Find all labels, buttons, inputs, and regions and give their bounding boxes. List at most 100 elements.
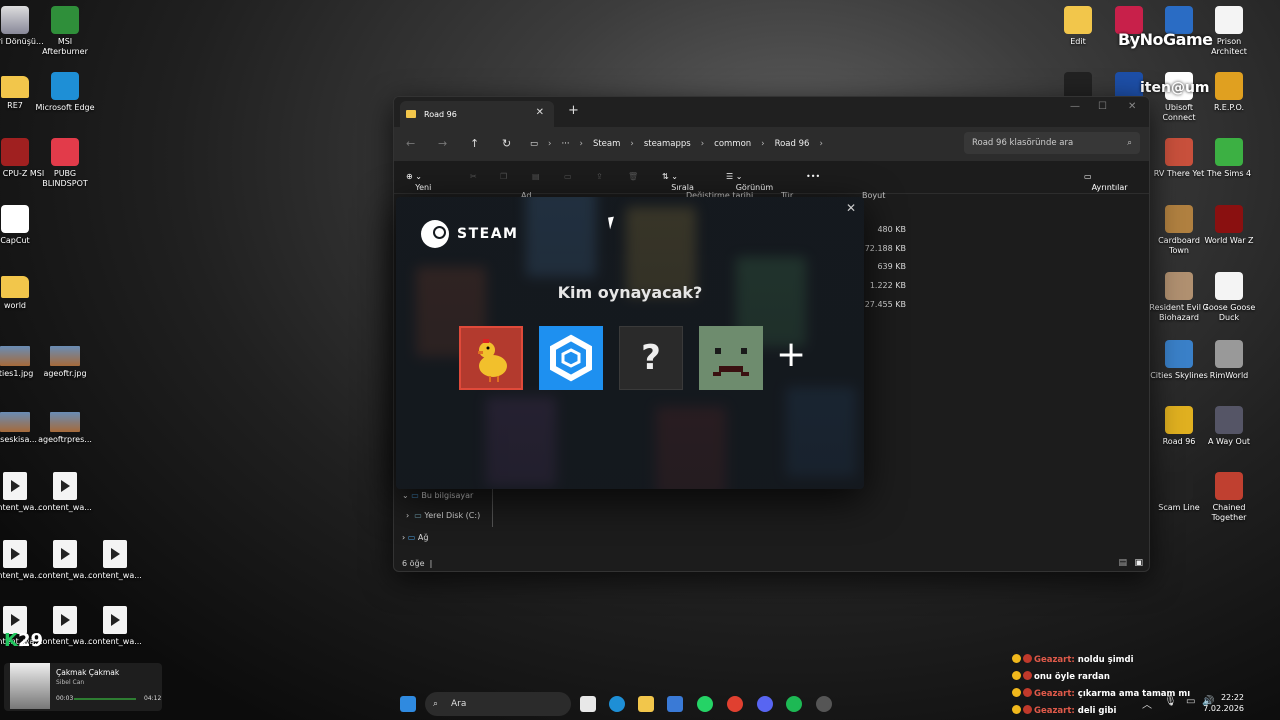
- hexagon-logo-icon: [550, 334, 592, 382]
- desktop-icon[interactable]: CapCut: [0, 205, 46, 246]
- back-arrow-icon[interactable]: ←: [406, 137, 415, 150]
- details-view-icon[interactable]: ▤: [1118, 558, 1127, 568]
- search-input[interactable]: Road 96 klasöründe ara ⌕: [964, 132, 1140, 154]
- desktop-icon[interactable]: Chained Together: [1198, 472, 1260, 523]
- desktop-icon[interactable]: Goose Goose Duck: [1198, 272, 1260, 323]
- chrome-icon[interactable]: [727, 696, 743, 712]
- app-icon: [1215, 205, 1243, 233]
- vid-icon: [3, 540, 27, 568]
- steam-taskbar-icon[interactable]: [816, 696, 832, 712]
- app-icon: [1, 138, 29, 166]
- cut-icon[interactable]: ✂: [470, 172, 477, 181]
- mail-icon[interactable]: [667, 696, 683, 712]
- breadcrumb-road96[interactable]: Road 96: [775, 139, 810, 149]
- pic-icon: [0, 412, 30, 432]
- close-tab-icon[interactable]: ✕: [536, 107, 544, 118]
- desktop-icon-label: PUBG BLINDSPOT: [42, 169, 88, 188]
- account-blue[interactable]: [539, 326, 603, 390]
- edge-icon[interactable]: [609, 696, 625, 712]
- clock[interactable]: 22:22 7.02.2026: [1203, 692, 1244, 714]
- breadcrumb-common[interactable]: common: [714, 139, 751, 149]
- desktop-icon[interactable]: content_wa...: [84, 606, 146, 647]
- delete-icon[interactable]: 🗑: [628, 172, 638, 181]
- refresh-icon[interactable]: ↻: [502, 137, 511, 150]
- desktop-icon[interactable]: content_wa...: [84, 540, 146, 581]
- desktop-icon[interactable]: The Sims 4: [1198, 138, 1260, 179]
- account-green[interactable]: [699, 326, 763, 390]
- desktop-icon[interactable]: ageoftrpres...: [34, 406, 96, 445]
- nav-this-pc[interactable]: ⌄ ▭ Bu bilgisayar: [402, 491, 473, 500]
- computer-icon[interactable]: ▭: [530, 139, 538, 149]
- app-icon: [1215, 72, 1243, 100]
- file-size: 480 KB: [877, 225, 906, 234]
- desktop-icon[interactable]: World War Z: [1198, 205, 1260, 246]
- whatsapp-icon[interactable]: [697, 696, 713, 712]
- desktop-icon-label: content_wa...: [38, 503, 92, 512]
- new-tab-button[interactable]: +: [568, 103, 579, 118]
- desktop-icon[interactable]: world: [0, 272, 46, 311]
- start-icon[interactable]: [400, 696, 416, 712]
- desktop-icon[interactable]: Microsoft Edge: [34, 72, 96, 113]
- desktop-icon[interactable]: PUBG BLINDSPOT: [34, 138, 96, 189]
- tab-road96[interactable]: Road 96 ✕: [400, 101, 554, 127]
- new-button[interactable]: ⊕ Yeni ⌄: [406, 172, 431, 192]
- bin-icon: [1, 6, 29, 34]
- view-button[interactable]: ☰ Görünüm ⌄: [726, 172, 773, 192]
- discord-icon[interactable]: [757, 696, 773, 712]
- microphone-icon[interactable]: 🎙: [1164, 696, 1177, 707]
- up-arrow-icon[interactable]: ↑: [470, 137, 479, 150]
- app-icon: [51, 138, 79, 166]
- desktop-icon[interactable]: A Way Out: [1198, 406, 1260, 447]
- close-icon[interactable]: ✕: [846, 201, 856, 215]
- badge-icon: [1023, 654, 1032, 663]
- app-icon: [1165, 138, 1193, 166]
- forward-arrow-icon[interactable]: →: [438, 137, 447, 150]
- more-options-button[interactable]: •••: [806, 172, 820, 181]
- desktop-icon-label: The Sims 4: [1206, 169, 1252, 178]
- rename-icon[interactable]: ▭: [564, 172, 572, 181]
- details-button[interactable]: ▭ Ayrıntılar: [1084, 172, 1128, 192]
- badge-icon: [1012, 654, 1021, 663]
- task-view-icon[interactable]: [580, 696, 596, 712]
- network-icon[interactable]: ▭: [1186, 696, 1195, 707]
- taskbar-search-label: Ara: [451, 699, 467, 709]
- minimize-button[interactable]: —: [1070, 101, 1080, 112]
- account-unknown[interactable]: ?: [619, 326, 683, 390]
- add-account-button[interactable]: +: [776, 335, 806, 375]
- tiles-view-icon[interactable]: ▣: [1134, 558, 1143, 568]
- tray-chevron-icon[interactable]: ︿: [1142, 696, 1152, 711]
- badge-icon: [1012, 671, 1021, 680]
- desktop-icon[interactable]: ageoftr.jpg: [34, 340, 96, 379]
- col-size[interactable]: Boyut: [862, 191, 885, 200]
- taskbar-search[interactable]: ⌕ Ara: [425, 692, 571, 716]
- breadcrumb-steam[interactable]: Steam: [593, 139, 620, 149]
- tab-title: Road 96: [424, 109, 457, 119]
- desktop-icon[interactable]: content_wa...: [34, 472, 96, 513]
- k29-logo: K29: [4, 630, 44, 651]
- file-explorer-icon[interactable]: [638, 696, 654, 712]
- spotify-icon[interactable]: [786, 696, 802, 712]
- app-icon: [1165, 272, 1193, 300]
- copy-icon[interactable]: ❐: [500, 172, 507, 181]
- app-icon: [1165, 472, 1193, 500]
- desktop-icon[interactable]: RimWorld: [1198, 340, 1260, 381]
- breadcrumb-steamapps[interactable]: steamapps: [644, 139, 691, 149]
- vid-icon: [53, 472, 77, 500]
- status-bar: 6 öğe |: [402, 559, 433, 568]
- ellipsis-icon[interactable]: ···: [561, 139, 569, 149]
- share-icon[interactable]: ⇪: [596, 172, 603, 181]
- maximize-button[interactable]: ☐: [1098, 101, 1107, 112]
- close-window-button[interactable]: ✕: [1128, 101, 1136, 112]
- account-chicken[interactable]: [459, 326, 523, 390]
- sort-button[interactable]: ⇅ Sırala ⌄: [662, 172, 694, 192]
- desktop-icon[interactable]: MSI Afterburner: [34, 6, 96, 57]
- nav-local-disk[interactable]: › ▭ Yerel Disk (C:): [406, 511, 480, 520]
- desktop-icon-label: ageoftr.jpg: [43, 369, 87, 378]
- paste-icon[interactable]: ▤: [532, 172, 540, 181]
- folder-icon: [406, 110, 416, 118]
- app-icon: [1064, 6, 1092, 34]
- desktop-icon-label: world: [3, 301, 27, 310]
- app-icon: [1165, 205, 1193, 233]
- steam-logo-text: STEAM: [457, 226, 519, 242]
- nav-network[interactable]: › ▭ Ağ: [402, 533, 428, 542]
